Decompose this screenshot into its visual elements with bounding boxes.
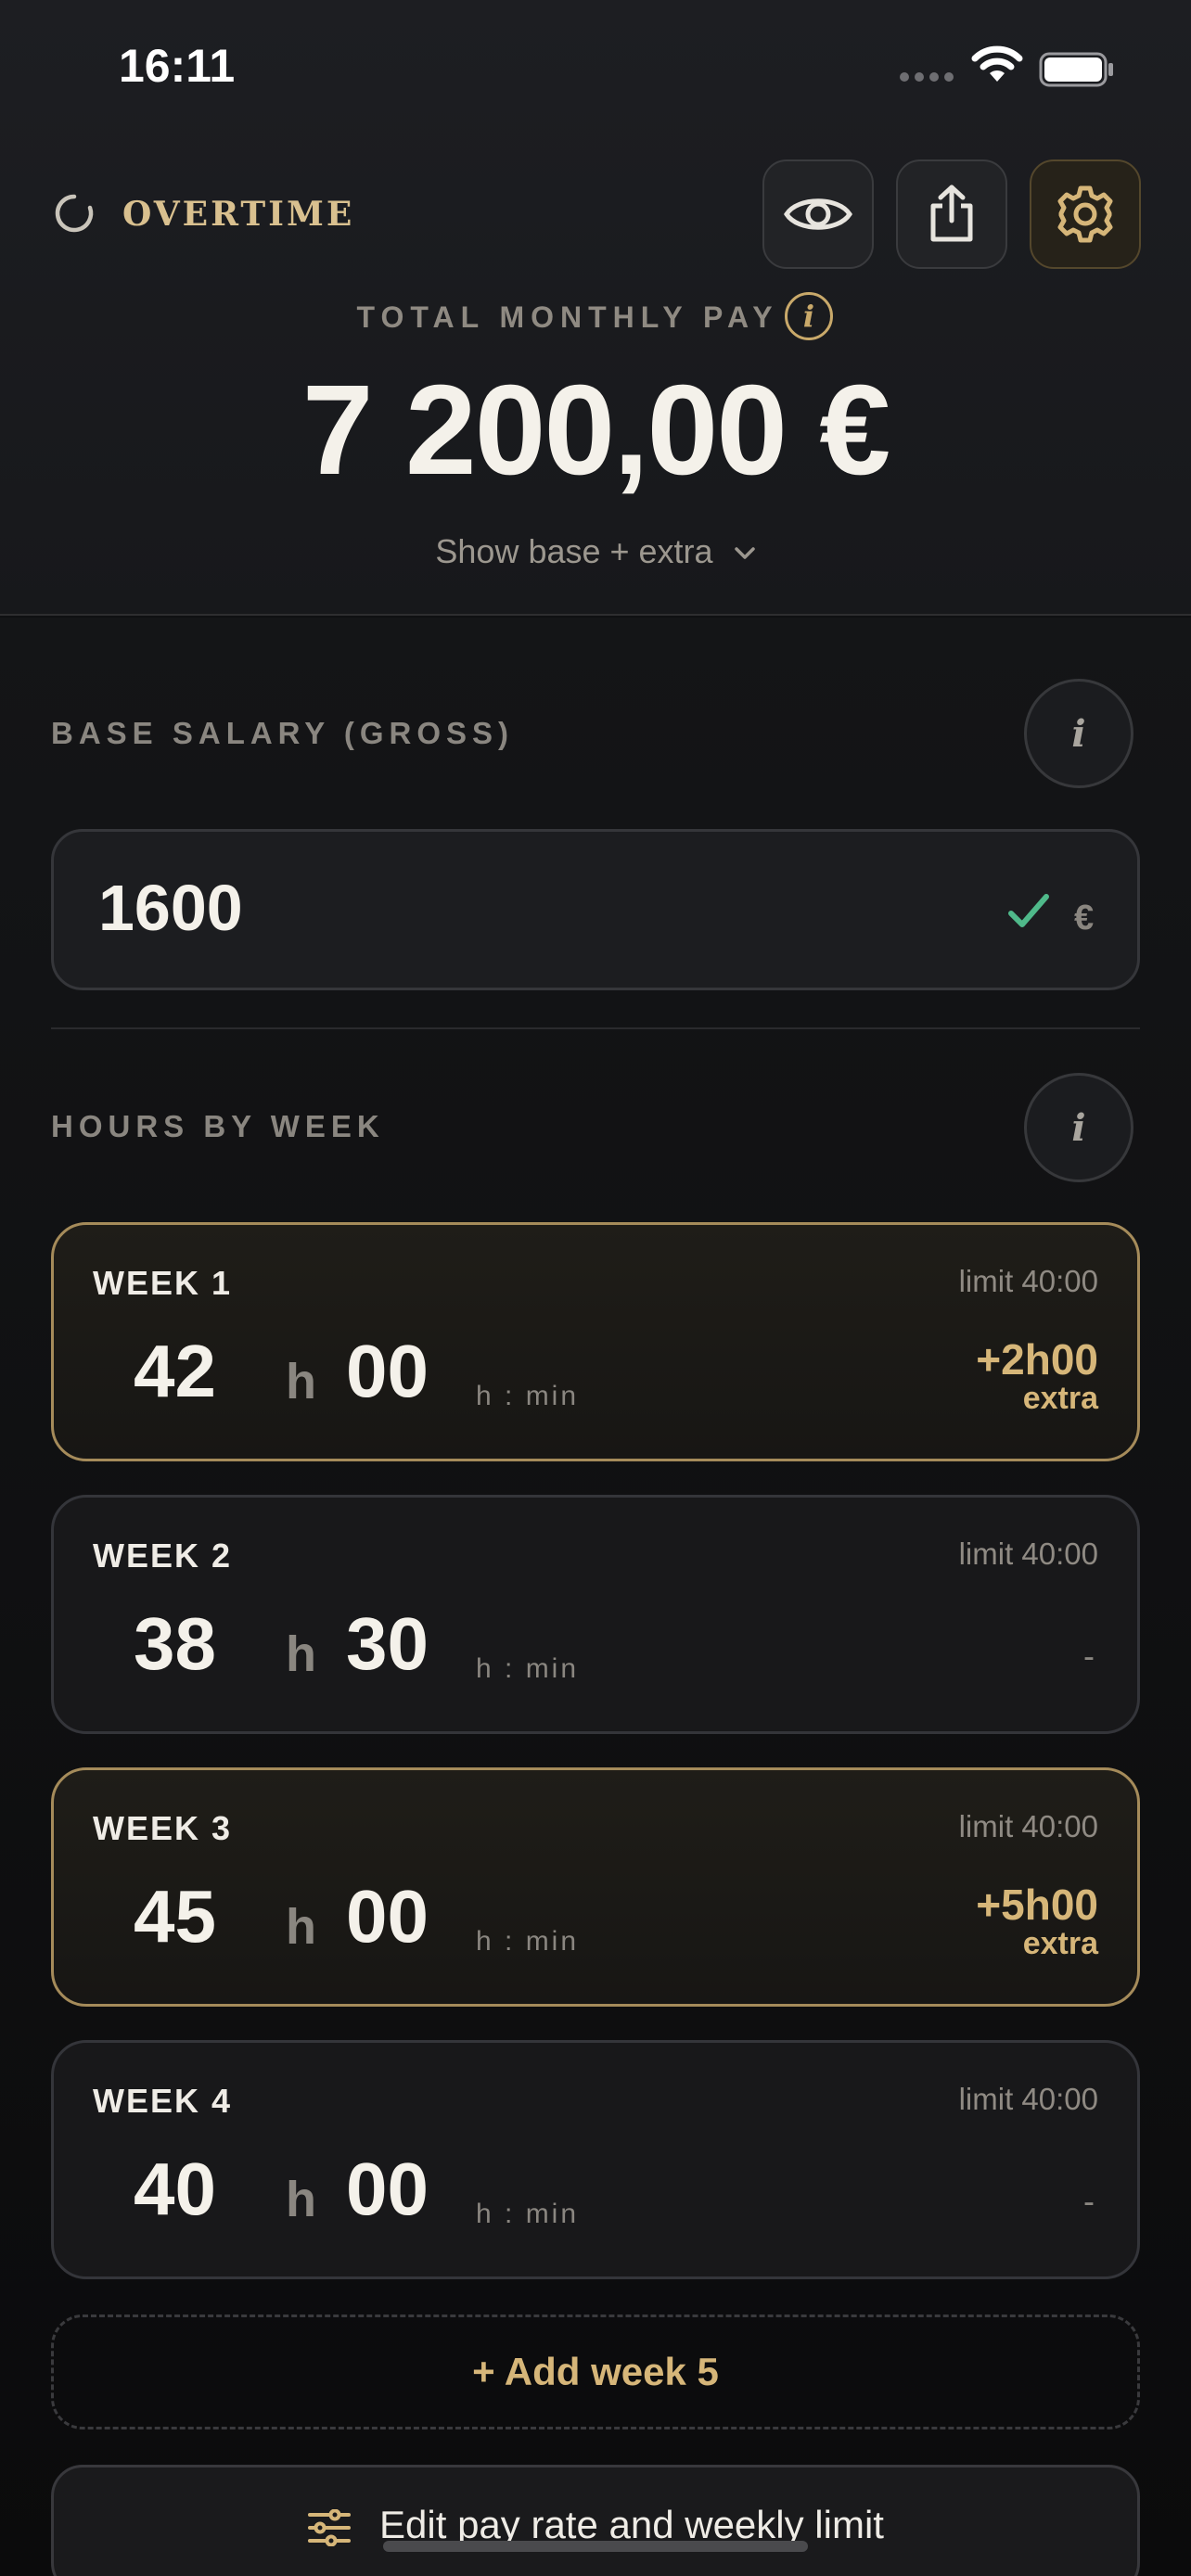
settings-button[interactable] bbox=[1030, 159, 1141, 269]
section-divider bbox=[51, 1027, 1140, 1029]
week-limit: limit 40:00 bbox=[958, 2082, 1098, 2116]
visibility-button[interactable] bbox=[762, 159, 874, 269]
hours-by-week-label: HOURS BY WEEK bbox=[51, 1109, 385, 1143]
week-limit: limit 40:00 bbox=[958, 1264, 1098, 1298]
check-icon bbox=[1008, 894, 1049, 927]
share-icon bbox=[930, 185, 973, 242]
base-salary-value[interactable]: 1600 bbox=[98, 871, 243, 945]
share-button[interactable] bbox=[896, 159, 1007, 269]
brand-title: OVERTIME bbox=[122, 195, 355, 234]
week-card[interactable]: WEEK 1 limit 40:00 42 h 00 h : min +2h00… bbox=[51, 1222, 1140, 1461]
extra-label: extra bbox=[1022, 1926, 1098, 1961]
total-amount: 7 200,00 € bbox=[301, 359, 890, 502]
base-salary-label: BASE SALARY (GROSS) bbox=[51, 716, 515, 750]
sliders-icon bbox=[308, 2508, 352, 2547]
hour-separator: h bbox=[286, 1626, 316, 1682]
chevron-down-icon bbox=[734, 547, 755, 560]
extra-hours: - bbox=[1083, 1637, 1095, 1675]
week-limit: limit 40:00 bbox=[958, 1809, 1098, 1843]
week-title: WEEK 2 bbox=[93, 1537, 233, 1575]
refresh-icon[interactable] bbox=[52, 191, 96, 236]
signal-icon bbox=[900, 72, 954, 82]
gear-icon bbox=[1057, 185, 1113, 243]
salary-info-button[interactable]: i bbox=[1024, 679, 1133, 788]
show-base-label: Show base + extra bbox=[435, 532, 713, 570]
minutes-input[interactable]: 00 bbox=[346, 1874, 429, 1959]
week-card[interactable]: WEEK 3 limit 40:00 45 h 00 h : min +5h00… bbox=[51, 1767, 1140, 2007]
hour-separator: h bbox=[286, 2172, 316, 2227]
minutes-input[interactable]: 00 bbox=[346, 2147, 429, 2232]
wifi-icon bbox=[971, 45, 1023, 82]
extra-hours: +5h00 bbox=[976, 1881, 1098, 1929]
time-unit-label: h : min bbox=[476, 1653, 580, 1684]
week-card[interactable]: WEEK 4 limit 40:00 40 h 00 h : min - bbox=[51, 2040, 1140, 2279]
extra-hours: - bbox=[1083, 2182, 1095, 2220]
total-label-text: TOTAL MONTHLY PAY bbox=[356, 300, 779, 335]
time-unit-label: h : min bbox=[476, 1926, 580, 1957]
show-base-toggle[interactable]: Show base + extra bbox=[0, 532, 1191, 571]
hours-info-button[interactable]: i bbox=[1024, 1073, 1133, 1182]
hours-input[interactable]: 45 bbox=[134, 1874, 216, 1959]
minutes-input[interactable]: 00 bbox=[346, 1329, 429, 1414]
eye-icon bbox=[784, 198, 852, 230]
week-card[interactable]: WEEK 2 limit 40:00 38 h 30 h : min - bbox=[51, 1495, 1140, 1734]
minutes-input[interactable]: 30 bbox=[346, 1601, 429, 1687]
hours-input[interactable]: 40 bbox=[134, 2147, 216, 2232]
extra-label: extra bbox=[1022, 1381, 1098, 1416]
base-salary-input[interactable]: 1600 € bbox=[51, 829, 1140, 990]
battery-icon bbox=[1039, 52, 1113, 87]
status-time: 16:11 bbox=[119, 40, 236, 92]
status-icons bbox=[900, 45, 1122, 89]
week-title: WEEK 4 bbox=[93, 2082, 233, 2120]
hours-input[interactable]: 38 bbox=[134, 1601, 216, 1687]
week-title: WEEK 3 bbox=[93, 1809, 233, 1847]
hour-separator: h bbox=[286, 1354, 316, 1409]
total-info-icon[interactable]: i bbox=[785, 292, 833, 340]
currency-suffix: € bbox=[1074, 899, 1095, 937]
home-indicator[interactable] bbox=[383, 2541, 808, 2552]
week-limit: limit 40:00 bbox=[958, 1537, 1098, 1571]
hours-input[interactable]: 42 bbox=[134, 1329, 216, 1414]
time-unit-label: h : min bbox=[476, 1381, 580, 1411]
add-week-button[interactable]: + Add week 5 bbox=[51, 2315, 1140, 2429]
week-title: WEEK 1 bbox=[93, 1264, 233, 1302]
time-unit-label: h : min bbox=[476, 2199, 580, 2229]
edit-pay-rate-button[interactable]: Edit pay rate and weekly limit bbox=[51, 2465, 1140, 2576]
extra-hours: +2h00 bbox=[976, 1335, 1098, 1384]
total-label: TOTAL MONTHLY PAY bbox=[0, 299, 1191, 335]
hour-separator: h bbox=[286, 1899, 316, 1955]
edit-pay-rate-label: Edit pay rate and weekly limit bbox=[379, 2503, 884, 2546]
